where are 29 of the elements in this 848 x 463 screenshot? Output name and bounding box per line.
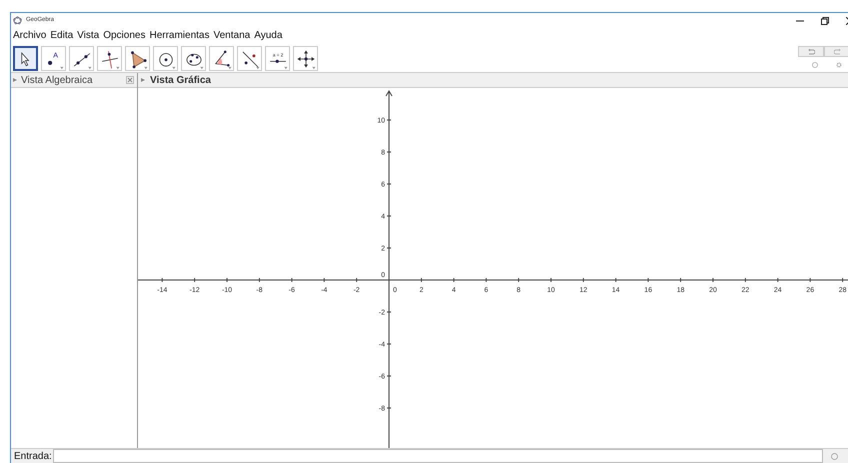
menu-item[interactable]: Ayuda	[252, 28, 284, 42]
restore-icon[interactable]	[821, 16, 829, 24]
conic-tool-button[interactable]	[181, 46, 206, 71]
input-label: Entrada:	[14, 450, 52, 463]
line-tool-button[interactable]	[69, 46, 94, 71]
panel-title: Vista Algebraica	[21, 74, 93, 88]
polygon-tool-button[interactable]	[125, 46, 150, 71]
menu-item[interactable]: Archivo	[11, 28, 48, 42]
reflect-tool-button[interactable]	[237, 46, 262, 71]
menu-item[interactable]: Opciones	[101, 28, 148, 42]
input-field[interactable]	[52, 449, 823, 463]
circle-tool-button[interactable]	[153, 46, 178, 71]
settings-icon[interactable]	[836, 62, 842, 68]
close-icon[interactable]	[126, 76, 134, 84]
app-logo-icon	[13, 16, 22, 25]
triangle-icon[interactable]	[13, 78, 17, 82]
triangle-icon[interactable]	[141, 78, 145, 82]
menu-item[interactable]: Ventana	[212, 28, 252, 42]
menu-item[interactable]: Vista	[75, 28, 102, 42]
menu-item[interactable]: Edita	[48, 28, 76, 42]
panel-title: Vista Gráfica	[150, 74, 211, 88]
help-icon[interactable]	[812, 62, 818, 68]
undo-icon	[808, 48, 814, 54]
redo-icon	[834, 48, 840, 54]
pan-tool-button[interactable]	[293, 46, 318, 71]
angle-tool-button[interactable]	[209, 46, 234, 71]
move-tool-button[interactable]	[13, 46, 38, 71]
perpendicular-tool-button[interactable]	[97, 46, 122, 71]
menu-item[interactable]: Herramientas	[147, 28, 212, 42]
